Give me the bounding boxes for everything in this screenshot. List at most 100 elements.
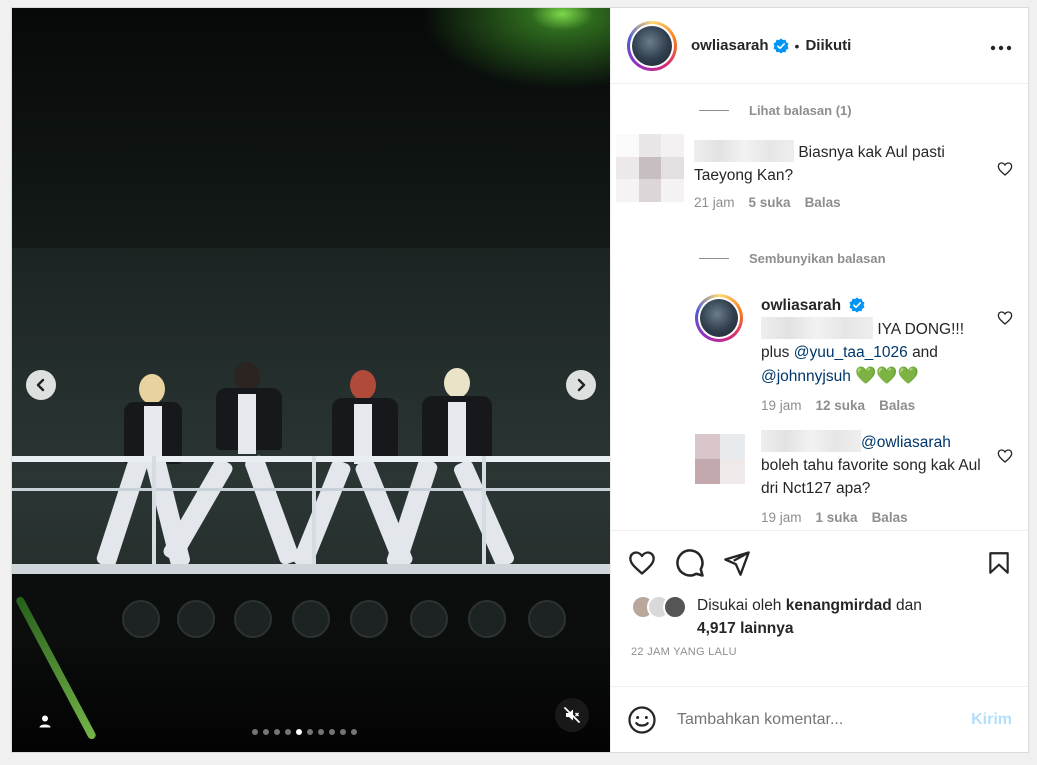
author-username[interactable]: owliasarah [691,37,769,54]
post-timestamp[interactable]: 22 JAM YANG LALU [611,646,1028,686]
carousel-dot-active [296,729,302,735]
bookmark-icon[interactable] [986,549,1012,577]
carousel-dot [307,729,313,735]
hide-replies-label: Sembunyikan balasan [749,251,886,266]
carousel-dot [340,729,346,735]
reply-text-a: IYA DONG!!! [877,321,965,338]
post-actions [611,530,1028,594]
like-comment-icon[interactable] [997,161,1013,177]
post-side-panel: owliasarah • Diikuti Lihat balasan (1) B… [610,8,1028,752]
railing-post [482,456,486,564]
reply-author-avatar[interactable] [695,294,743,342]
post-header: owliasarah • Diikuti [611,8,1028,84]
stage-light [350,600,388,638]
redacted-mention [761,317,873,339]
post-dialog: owliasarah • Diikuti Lihat balasan (1) B… [11,7,1029,753]
tagged-users-button[interactable] [28,704,62,738]
stage-light [468,600,506,638]
stage-light [234,600,272,638]
comment-likes[interactable]: 5 suka [749,195,791,210]
mute-button[interactable] [555,698,589,732]
mention-link[interactable]: @owliasarah [861,434,951,451]
railing-post [152,456,156,564]
emoji-icon[interactable] [627,705,657,735]
crowd [12,648,610,752]
likes-prefix: Disukai oleh [697,597,782,614]
stage-floor [12,564,610,574]
verified-badge-icon [849,297,865,313]
send-comment-button[interactable]: Kirim [971,711,1012,729]
more-horizontal-icon [990,45,1012,51]
mention-link[interactable]: @johnnyjsuh [761,368,851,385]
green-heart-emoji: 💚💚💚 [855,366,919,385]
comment-meta: 19 jam 12 suka Balas [761,398,983,413]
liker-avatar [663,595,687,619]
heart-icon[interactable] [627,549,657,577]
liker-avatars[interactable] [631,595,687,619]
carousel-dot [263,729,269,735]
carousel-prev-button[interactable] [26,370,56,400]
view-replies-label: Lihat balasan (1) [749,103,852,118]
view-replies-button[interactable]: Lihat balasan (1) [699,103,852,118]
comment-likes[interactable]: 1 suka [816,510,858,525]
stage-light [292,600,330,638]
reply-text-c: and [912,344,938,361]
reply-button[interactable]: Balas [872,510,908,525]
stage-light [410,600,448,638]
reply-username[interactable]: owliasarah [761,297,841,314]
add-comment-bar: Kirim [611,686,1028,752]
likes-and: dan [896,597,922,614]
redacted-username [761,430,861,452]
reply-button[interactable]: Balas [879,398,915,413]
stage-railing [12,456,610,462]
more-options-button[interactable] [990,34,1012,57]
stage-light [122,600,160,638]
reply-text-b: plus [761,344,790,361]
comment-input[interactable] [677,710,972,729]
carousel-dot [318,729,324,735]
hide-replies-button[interactable]: Sembunyikan balasan [699,251,886,266]
separator-dot: • [794,37,800,54]
author-avatar[interactable] [627,20,677,71]
reply-item: owliasarah IYA DONG!!! plus @yuu_taa_102… [695,294,1015,413]
comments-list: Lihat balasan (1) Biasnya kak Aul pasti … [611,84,1028,530]
railing-post [312,456,316,564]
verified-badge-icon [773,38,789,53]
comment-meta: 21 jam 5 suka Balas [694,195,974,210]
comment-time: 19 jam [761,510,802,525]
send-icon[interactable] [723,549,751,577]
like-comment-icon[interactable] [997,448,1013,464]
chevron-left-icon [36,378,45,392]
carousel-dot [329,729,335,735]
follow-status-button[interactable]: Diikuti [805,37,851,54]
likes-summary: Disukai oleh kenangmirdad dan 4,917 lain… [611,594,1028,646]
commenter-avatar[interactable] [616,134,684,202]
comment-time: 21 jam [694,195,735,210]
post-media[interactable] [12,8,610,752]
redacted-username [694,140,794,162]
mention-link[interactable]: @yuu_taa_1026 [794,344,908,361]
carousel-dot [274,729,280,735]
likes-count[interactable]: 4,917 lainnya [697,620,794,637]
carousel-next-button[interactable] [566,370,596,400]
reply-button[interactable]: Balas [805,195,841,210]
comment-item: Biasnya kak Aul pasti Taeyong Kan? 21 ja… [616,134,1013,210]
stage-light [528,600,566,638]
stage-light [177,600,215,638]
comment-time: 19 jam [761,398,802,413]
like-comment-icon[interactable] [997,310,1013,326]
speaker-muted-icon [564,707,580,723]
commenter-avatar[interactable] [695,434,745,484]
stage-railing [12,488,610,491]
comment-text: boleh tahu favorite song kak Aul dri Nct… [761,457,981,497]
comment-likes[interactable]: 12 suka [816,398,866,413]
carousel-dot [252,729,258,735]
chevron-right-icon [577,378,586,392]
comment-meta: 19 jam 1 suka Balas [761,510,983,525]
comment-icon[interactable] [675,548,705,578]
carousel-dot [351,729,357,735]
liker-username[interactable]: kenangmirdad [786,597,892,614]
carousel-dot [285,729,291,735]
carousel-indicator [252,729,357,735]
reply-item: @owliasarah boleh tahu favorite song kak… [695,430,1015,525]
